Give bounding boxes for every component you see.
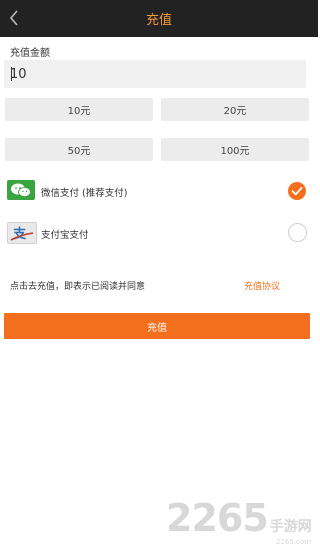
- agreement-link[interactable]: 充值协议: [244, 279, 280, 292]
- submit-button[interactable]: 充值: [4, 313, 310, 339]
- top-bar: 充值: [0, 0, 318, 37]
- amount-option-100[interactable]: 100元: [161, 138, 309, 161]
- watermark-site: 手游网: [269, 519, 312, 535]
- amount-option-20[interactable]: 20元: [161, 98, 309, 121]
- watermark-domain: 2265.com: [276, 538, 311, 546]
- amount-option-10[interactable]: 10元: [5, 98, 153, 121]
- alipay-label: 支付宝支付: [41, 230, 89, 241]
- chevron-left-icon: [9, 10, 18, 26]
- amount-option-50[interactable]: 50元: [5, 138, 153, 161]
- wechat-pay-label: 微信支付 (推荐支付): [41, 188, 128, 199]
- amount-label: 充值金额: [10, 48, 50, 59]
- text-caret: [11, 67, 12, 81]
- wechat-icon: [7, 180, 35, 200]
- payment-option-wechat[interactable]: 微信支付 (推荐支付): [0, 176, 318, 206]
- wechat-radio-checked[interactable]: [288, 182, 306, 200]
- alipay-icon: 支: [7, 222, 37, 244]
- watermark-logo: 2265 手游网 2265.com: [166, 496, 312, 546]
- checkmark-icon: [291, 186, 303, 196]
- page-title: 充值: [145, 13, 172, 28]
- back-button[interactable]: [6, 9, 22, 27]
- agreement-text: 点击去充值，即表示已阅读并同意: [10, 282, 146, 292]
- amount-input[interactable]: [4, 60, 306, 88]
- payment-option-alipay[interactable]: 支 支付宝支付: [0, 218, 318, 248]
- alipay-radio-unchecked[interactable]: [288, 223, 307, 242]
- watermark-number: 2265: [166, 496, 269, 540]
